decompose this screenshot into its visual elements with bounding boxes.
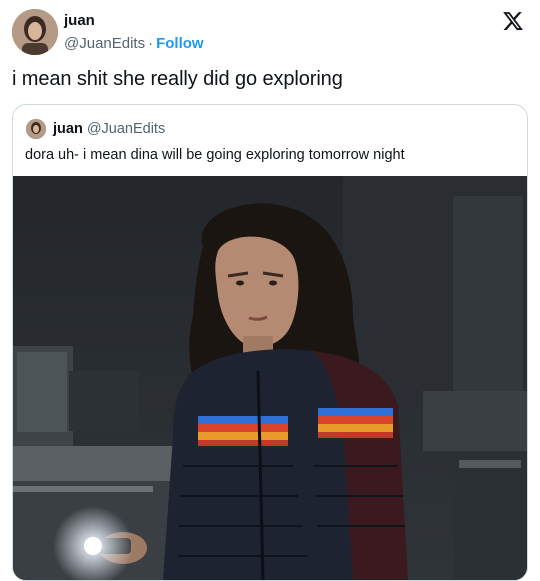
quoted-tweet-text: dora uh- i mean dina will be going explo… <box>25 147 405 163</box>
separator-dot: · <box>148 35 154 52</box>
quoted-author-handle: @JuanEdits <box>86 121 166 137</box>
tweet-card: juan @JuanEdits · Follow i mean shit she r… <box>0 0 540 581</box>
author-name[interactable]: juan <box>64 12 95 29</box>
quoted-author-name: juan <box>53 121 83 137</box>
tweet-text: i mean shit she really did go exploring <box>12 68 343 90</box>
author-avatar[interactable] <box>12 9 58 55</box>
quoted-tweet[interactable]: juan @JuanEdits dora uh- i mean dina will… <box>12 104 528 581</box>
quoted-media-photo[interactable] <box>13 176 527 580</box>
x-logo-icon[interactable] <box>502 10 524 32</box>
quoted-header: juan @JuanEdits <box>53 121 165 137</box>
author-handle-row: @JuanEdits · Follow <box>64 35 204 52</box>
follow-button[interactable]: Follow <box>156 35 204 52</box>
author-handle[interactable]: @JuanEdits <box>64 35 145 52</box>
quoted-author-avatar <box>26 119 46 139</box>
